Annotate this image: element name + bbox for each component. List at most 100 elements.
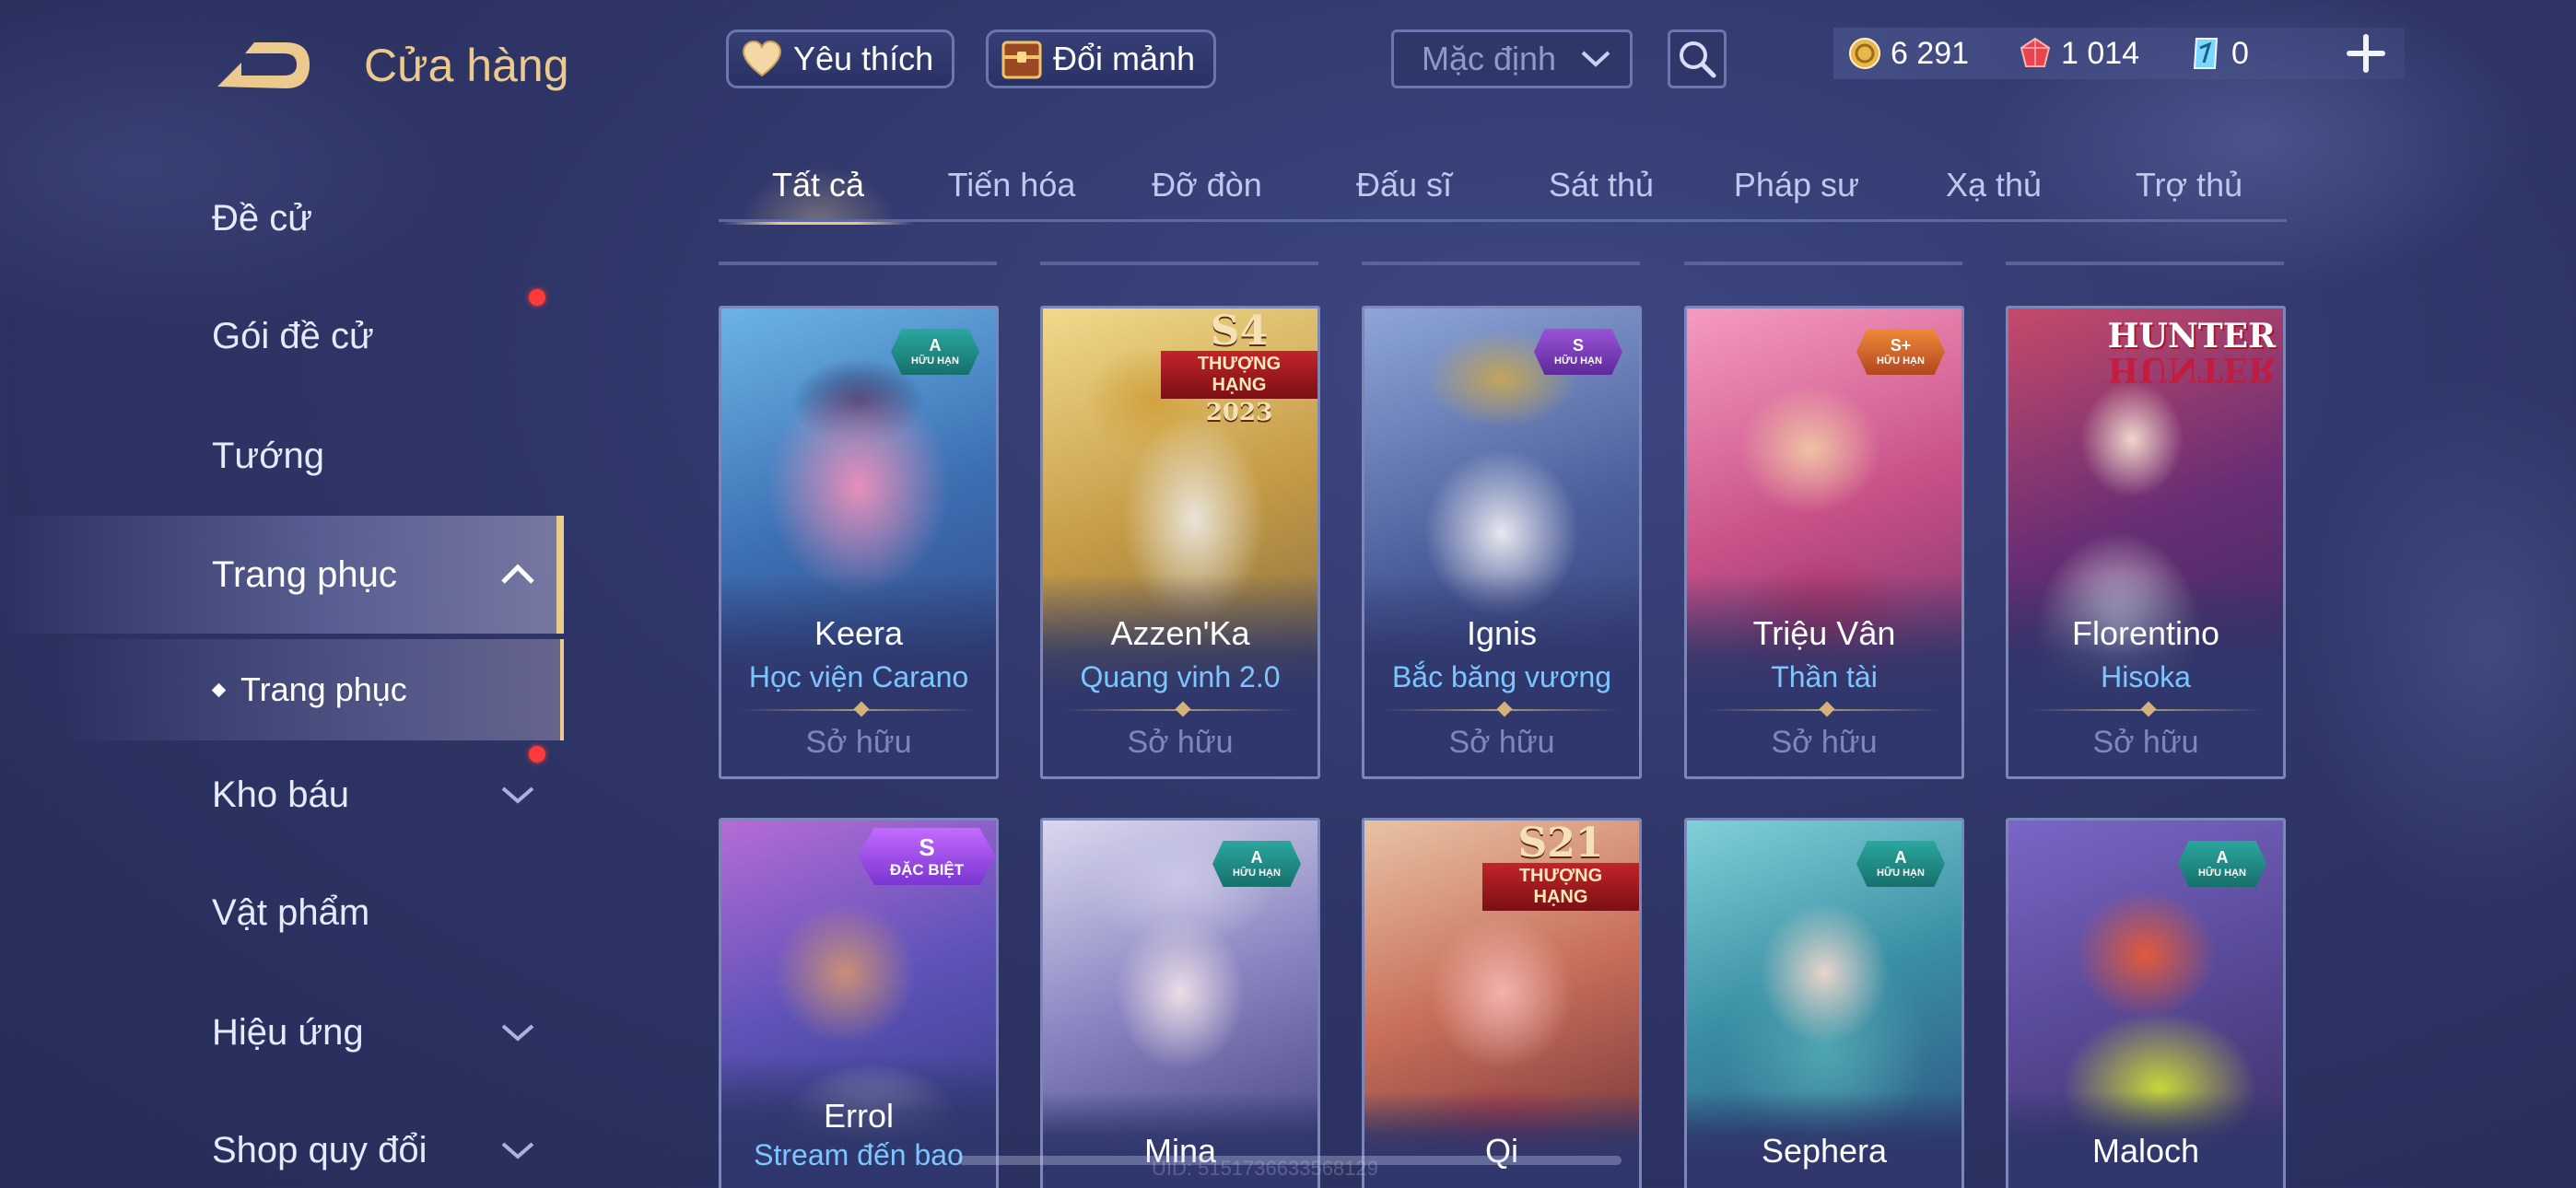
page-title: Cửa hàng [364, 40, 569, 91]
skin-card[interactable]: A HỮU HẠN Keera Học viện Carano Sở hữu [719, 306, 999, 779]
divider [1362, 262, 1640, 265]
skin-name: Hisoka [2101, 660, 2191, 693]
home-indicator[interactable] [958, 1156, 1622, 1165]
role-tabs: Tất cả Tiến hóa Đỡ đòn Đấu sĩ Sát thủ Ph… [719, 157, 2287, 225]
ownership-status: Sở hữu [1448, 725, 1555, 760]
voucher-amount: 0 [2231, 35, 2249, 71]
back-button[interactable] [214, 35, 315, 98]
tab-support[interactable]: Trợ thủ [2092, 157, 2286, 223]
tab-tank[interactable]: Đỡ đòn [1110, 157, 1304, 223]
skin-card[interactable]: A HỮU HẠN Sephera [1684, 818, 1964, 1188]
sidebar-item-label: Kho báu [212, 774, 350, 815]
hero-name: Keera [814, 614, 904, 652]
sidebar-item-treasure[interactable]: Kho báu [0, 744, 564, 845]
sort-dropdown[interactable]: Mặc định [1391, 29, 1633, 88]
skin-card[interactable]: A HỮU HẠN Mina [1040, 818, 1320, 1188]
tab-marksman[interactable]: Xạ thủ [1897, 157, 2090, 223]
chest-icon [1000, 37, 1044, 81]
sort-value: Mặc định [1422, 40, 1557, 77]
chevron-down-icon [501, 1142, 534, 1159]
rarity-badge: S ĐẶC BIỆT [858, 828, 996, 885]
sidebar-item-label: Vật phẩm [212, 891, 370, 933]
gold-amount: 6 291 [1891, 35, 1970, 71]
chevron-down-icon [501, 1024, 534, 1042]
notification-dot [529, 289, 545, 306]
top-up-button[interactable] [2340, 28, 2392, 79]
sidebar-subitem-label: Trang phục [240, 670, 407, 708]
favorites-label: Yêu thích [793, 40, 934, 77]
sidebar-item-label: Tướng [212, 435, 324, 476]
rarity-badge: S HỮU HẠN [1534, 329, 1622, 375]
sidebar-item-effects[interactable]: Hiệu ứng [0, 982, 564, 1083]
ruby-amount: 1 014 [2061, 35, 2140, 71]
hero-name: Errol [823, 1097, 894, 1135]
skin-name: Quang vinh 2.0 [1080, 660, 1281, 693]
divider [1684, 262, 1962, 265]
rarity-badge: A HỮU HẠN [2178, 841, 2266, 887]
skin-card[interactable]: HUNTER HUNTER Florentino Hisoka Sở hữu [2006, 306, 2286, 779]
rarity-badge: A HỮU HẠN [1856, 841, 1945, 887]
tab-fighter[interactable]: Đấu sĩ [1307, 157, 1501, 223]
sidebar-item-heroes[interactable]: Tướng [0, 405, 564, 507]
tabs-divider [719, 219, 2287, 222]
ownership-status: Sở hữu [1127, 725, 1234, 760]
ranked-season-badge: S4 THƯỢNG HẠNG 2023 [1161, 309, 1317, 426]
hero-name: Maloch [2091, 1132, 2200, 1170]
search-button[interactable] [1668, 29, 1727, 88]
ruby-balance: 1 014 [2019, 36, 2189, 72]
sidebar-item-bundles[interactable]: Gói đề cử [0, 285, 564, 387]
search-icon [1680, 41, 1716, 78]
tab-all[interactable]: Tất cả [721, 157, 915, 225]
sidebar-subitem-skins[interactable]: Trang phục [0, 639, 564, 740]
plus-icon [2347, 34, 2385, 73]
rarity-badge: A HỮU HẠN [891, 329, 979, 375]
sidebar-item-recommended[interactable]: Đề cử [0, 168, 564, 269]
currency-bar: 6 291 1 014 0 [1833, 28, 2405, 79]
divider [1040, 262, 1318, 265]
sidebar-item-label: Trang phục [212, 553, 397, 595]
chevron-down-icon [1581, 51, 1610, 67]
skin-card[interactable]: S HỮU HẠN Ignis Bắc băng vương Sở hữu [1362, 306, 1642, 779]
skin-name: Bắc băng vương [1391, 660, 1612, 693]
sidebar-item-exchange-shop[interactable]: Shop quy đổi [0, 1100, 564, 1188]
tab-mage[interactable]: Pháp sư [1700, 157, 1893, 223]
skin-card[interactable]: S+ HỮU HẠN Triệu Vân Thần tài Sở hữu [1684, 306, 1964, 779]
sidebar-item-items[interactable]: Vật phẩm [0, 862, 564, 963]
tab-evolution[interactable]: Tiến hóa [915, 157, 1108, 223]
sidebar-item-label: Đề cử [212, 197, 313, 239]
ownership-status: Sở hữu [1771, 725, 1878, 760]
gold-coin-icon [1849, 38, 1880, 69]
ruby-icon [2020, 37, 2051, 67]
heart-icon [740, 37, 784, 81]
skin-card[interactable]: S4 THƯỢNG HẠNG 2023 Azzen'Ka Quang vinh … [1040, 306, 1320, 779]
divider [2006, 262, 2284, 265]
skin-name: Thần tài [1771, 660, 1878, 693]
rarity-badge: A HỮU HẠN [1212, 841, 1301, 887]
favorites-button[interactable]: Yêu thích [726, 29, 954, 88]
hero-name: Ignis [1466, 614, 1538, 652]
back-arrow-icon [217, 42, 310, 88]
ownership-status: Sở hữu [805, 725, 912, 760]
chevron-down-icon [501, 786, 534, 804]
diamond-bullet-icon [211, 682, 227, 697]
sidebar-item-label: Hiệu ứng [212, 1011, 364, 1053]
tab-assassin[interactable]: Sát thủ [1505, 157, 1698, 223]
divider [719, 262, 997, 265]
sidebar-item-label: Shop quy đổi [212, 1129, 427, 1171]
sidebar-item-label: Gói đề cử [212, 315, 374, 356]
hero-name: Sephera [1761, 1132, 1888, 1170]
gold-balance: 6 291 [1848, 36, 2019, 72]
hero-name: Azzen'Ka [1110, 614, 1250, 652]
rarity-badge: S+ HỮU HẠN [1856, 329, 1945, 375]
ranked-season-badge: S21 THƯỢNG HẠNG [1482, 821, 1639, 911]
sidebar-item-skins[interactable]: Trang phục [0, 516, 564, 634]
ownership-status: Sở hữu [2092, 725, 2199, 760]
exchange-fragments-button[interactable]: Đổi mảnh [986, 29, 1216, 88]
skin-name: Stream đến bao [754, 1138, 964, 1171]
hero-name: Triệu Vân [1752, 614, 1896, 652]
skin-card[interactable]: S21 THƯỢNG HẠNG Qi [1362, 818, 1642, 1188]
hunter-logo: HUNTER HUNTER [2107, 317, 2276, 389]
skin-card[interactable]: A HỮU HẠN Maloch [2006, 818, 2286, 1188]
exchange-label: Đổi mảnh [1053, 40, 1196, 77]
skin-card[interactable]: S ĐẶC BIỆT Errol Stream đến bao [719, 818, 999, 1188]
